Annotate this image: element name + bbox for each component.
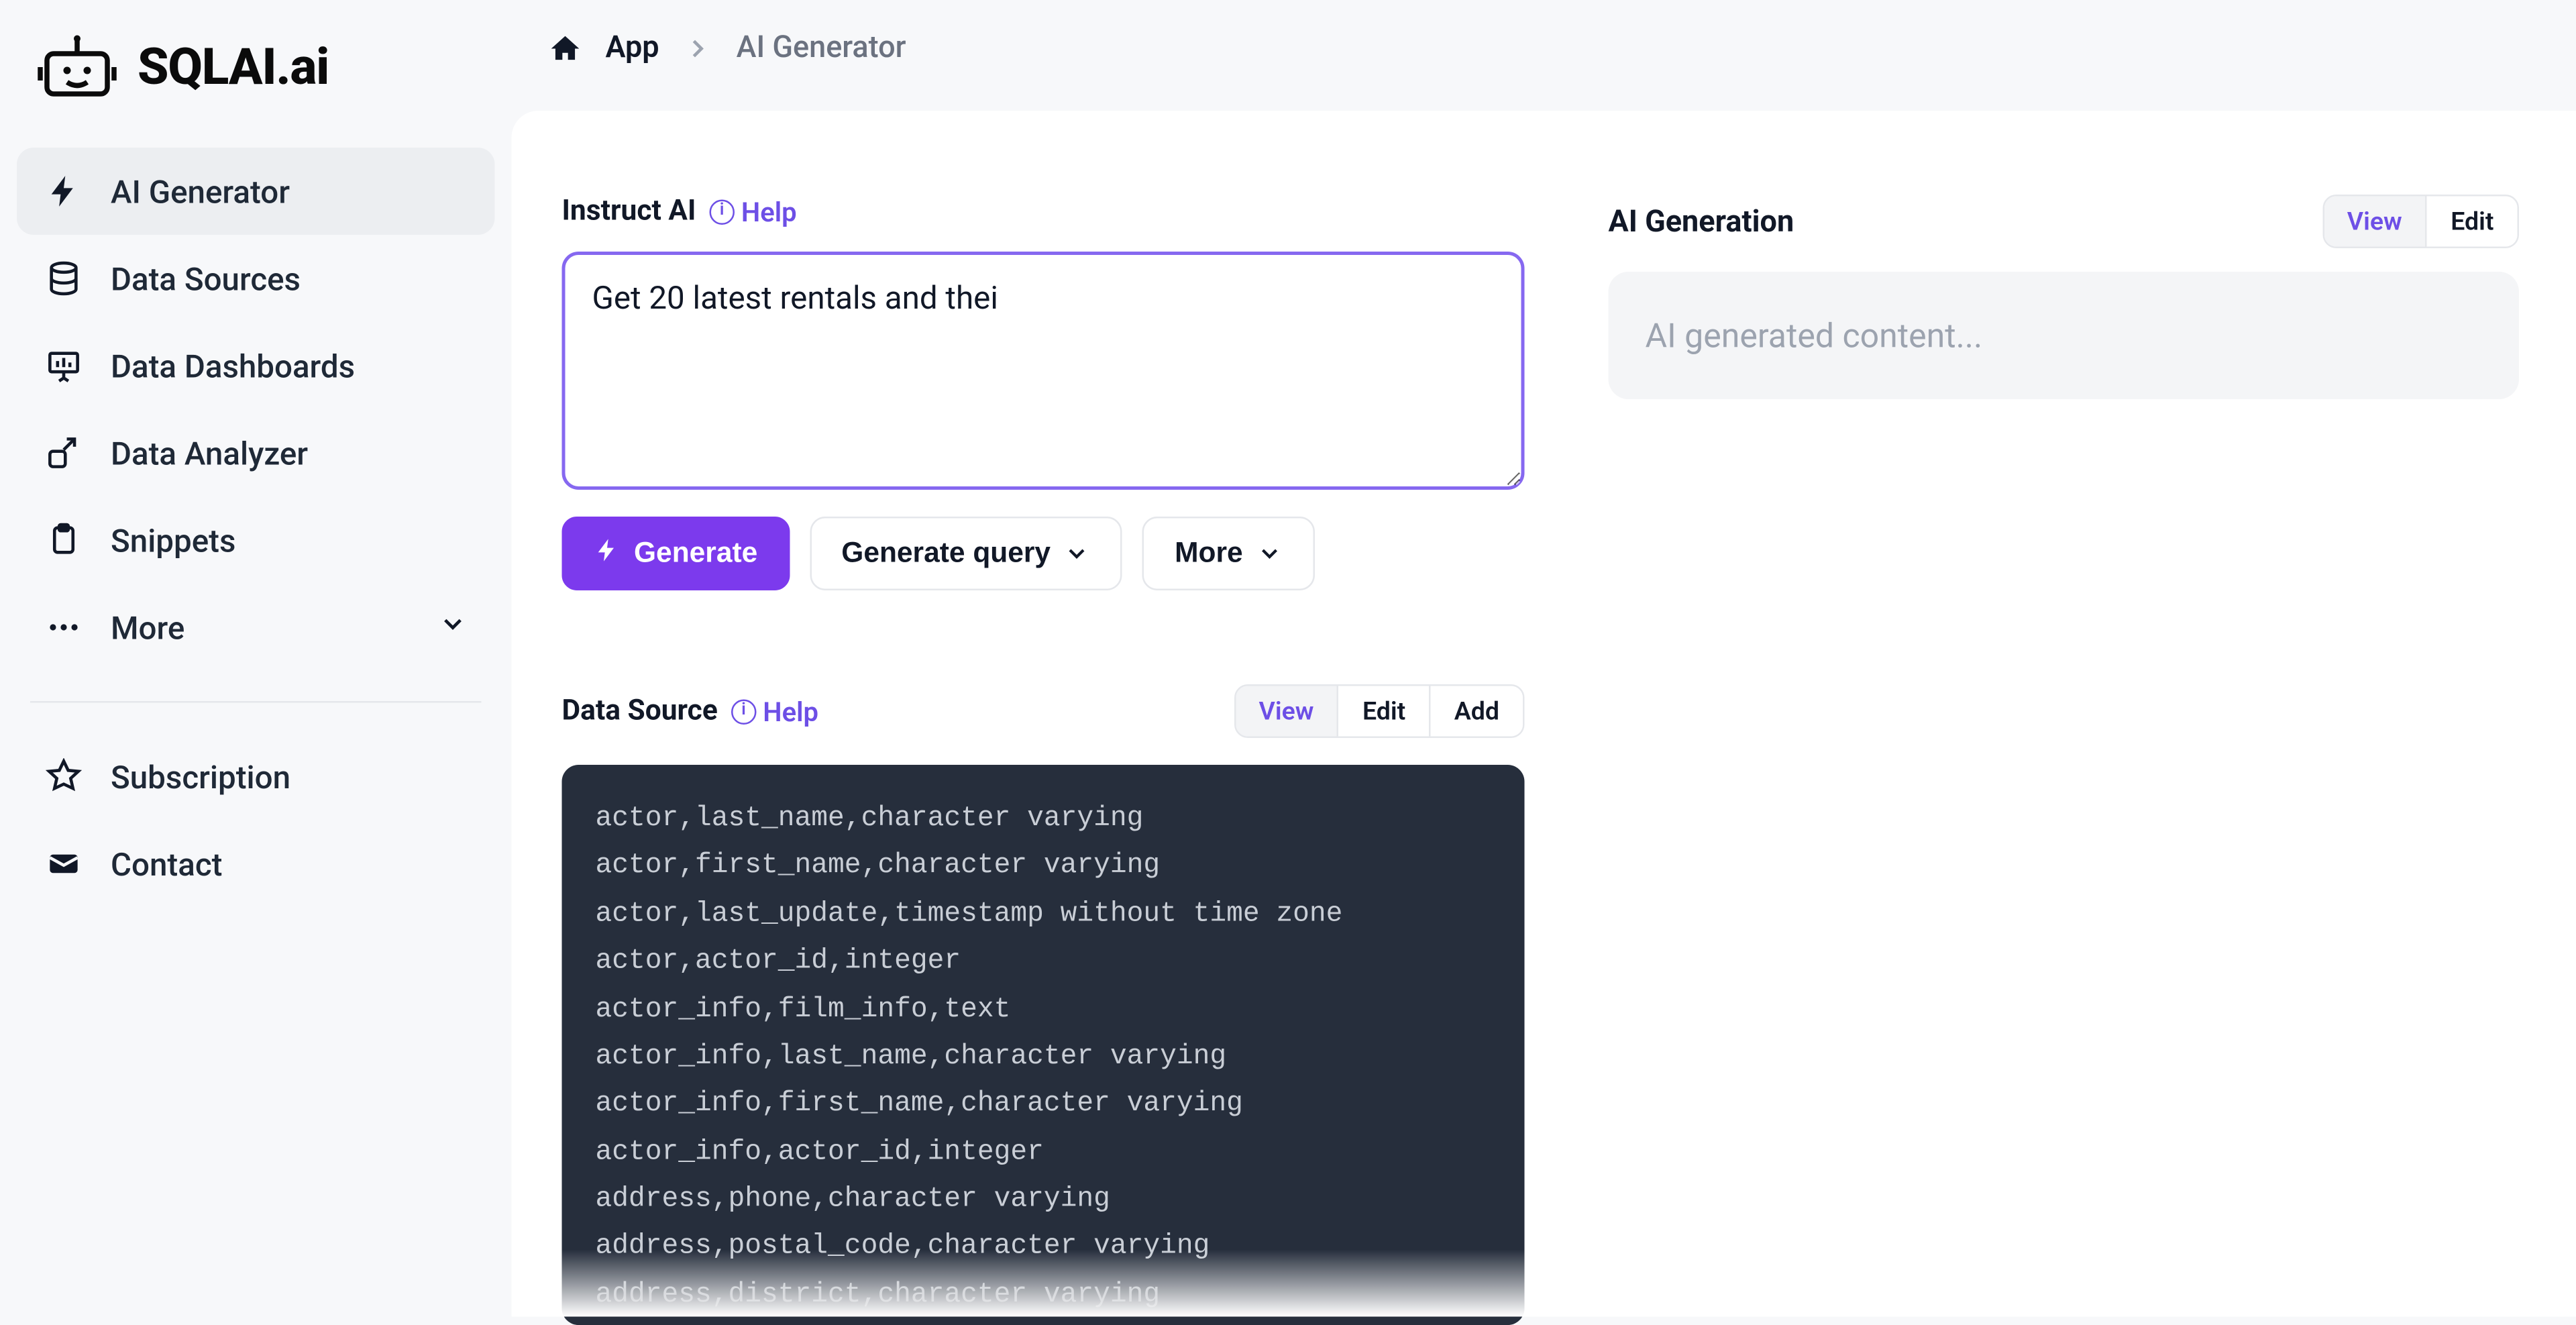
sidebar-item-data-analyzer[interactable]: Data Analyzer <box>17 409 495 496</box>
generation-tab-view[interactable]: View <box>2324 197 2426 247</box>
button-label: Generate <box>634 537 757 570</box>
main: App AI Generator Instruct AI i Help <box>512 0 2576 1316</box>
chevron-down-icon <box>1256 540 1283 567</box>
sidebar-item-contact[interactable]: Contact <box>17 820 495 908</box>
bolt-icon <box>44 171 84 211</box>
instruct-input[interactable] <box>562 252 1525 490</box>
generation-header: AI Generation View Edit <box>1609 195 2520 248</box>
sidebar-item-label: More <box>111 608 184 647</box>
generate-button[interactable]: Generate <box>562 517 790 590</box>
datasource-header: Data Source i Help View Edit Add <box>562 684 1525 738</box>
datasource-tab-view[interactable]: View <box>1235 686 1337 737</box>
breadcrumb-current: AI Generator <box>737 30 906 66</box>
instruct-label: Instruct AI <box>562 195 696 228</box>
datasource-schema[interactable]: actor,last_name,character varying actor,… <box>562 765 1525 1325</box>
datasource-tab-add[interactable]: Add <box>1429 686 1523 737</box>
breadcrumb: App AI Generator <box>512 0 2576 93</box>
chevron-right-icon <box>683 33 713 63</box>
brand-name: SQLAI.ai <box>138 38 329 97</box>
help-text: Help <box>763 695 818 727</box>
sidebar-item-label: Data Dashboards <box>111 346 355 385</box>
home-icon[interactable] <box>549 31 582 64</box>
breadcrumb-root[interactable]: App <box>606 30 659 66</box>
analyze-icon <box>44 433 84 473</box>
clipboard-icon <box>44 520 84 560</box>
sidebar-nav: AI Generator Data Sources <box>17 138 495 908</box>
instruct-label-row: Instruct AI i Help <box>562 195 1525 228</box>
mail-icon <box>44 844 84 884</box>
datasource-tab-edit[interactable]: Edit <box>1337 686 1429 737</box>
sidebar-item-ai-generator[interactable]: AI Generator <box>17 148 495 235</box>
star-icon <box>44 757 84 797</box>
instruct-help[interactable]: i Help <box>709 195 796 227</box>
sidebar: SQLAI.ai AI Generator Data Sources <box>0 0 512 1316</box>
button-label: Generate query <box>841 537 1051 570</box>
sidebar-item-data-sources[interactable]: Data Sources <box>17 235 495 322</box>
generation-output: AI generated content... <box>1609 272 2520 399</box>
dots-icon <box>44 607 84 647</box>
sidebar-item-label: Data Analyzer <box>111 433 308 472</box>
generation-tab-edit[interactable]: Edit <box>2426 197 2518 247</box>
content: Instruct AI i Help Generate <box>512 111 2576 1316</box>
more-button[interactable]: More <box>1143 517 1316 590</box>
sidebar-item-snippets[interactable]: Snippets <box>17 496 495 584</box>
datasource-label-row: Data Source i Help <box>562 694 819 728</box>
datasource-label: Data Source <box>562 694 718 728</box>
sidebar-item-more[interactable]: More <box>17 584 495 671</box>
button-label: More <box>1175 537 1243 570</box>
datasource-help[interactable]: i Help <box>731 695 818 727</box>
datasource-tabs: View Edit Add <box>1234 684 1525 738</box>
sidebar-item-label: Subscription <box>111 757 290 796</box>
database-icon <box>44 258 84 299</box>
generation-column: AI Generation View Edit AI generated con… <box>1609 195 2526 1316</box>
brand-robot-icon <box>37 34 117 101</box>
info-icon: i <box>709 199 735 224</box>
bolt-icon <box>594 536 621 572</box>
sidebar-item-data-dashboards[interactable]: Data Dashboards <box>17 322 495 409</box>
info-icon: i <box>731 698 757 724</box>
brand[interactable]: SQLAI.ai <box>17 23 495 138</box>
chevron-down-icon <box>1064 540 1091 567</box>
generate-query-button[interactable]: Generate query <box>810 517 1123 590</box>
chevron-down-icon <box>438 608 468 647</box>
sidebar-item-label: Contact <box>111 845 222 884</box>
instruct-buttons: Generate Generate query More <box>562 517 1525 590</box>
sidebar-item-label: AI Generator <box>111 172 290 211</box>
sidebar-item-label: Snippets <box>111 521 235 560</box>
help-text: Help <box>741 195 797 227</box>
instruct-column: Instruct AI i Help Generate <box>562 195 1525 1316</box>
presentation-icon <box>44 346 84 386</box>
generation-title: AI Generation <box>1609 204 1794 240</box>
generation-tabs: View Edit <box>2322 195 2519 248</box>
sidebar-item-label: Data Sources <box>111 259 301 298</box>
sidebar-divider <box>30 701 482 703</box>
sidebar-item-subscription[interactable]: Subscription <box>17 733 495 820</box>
